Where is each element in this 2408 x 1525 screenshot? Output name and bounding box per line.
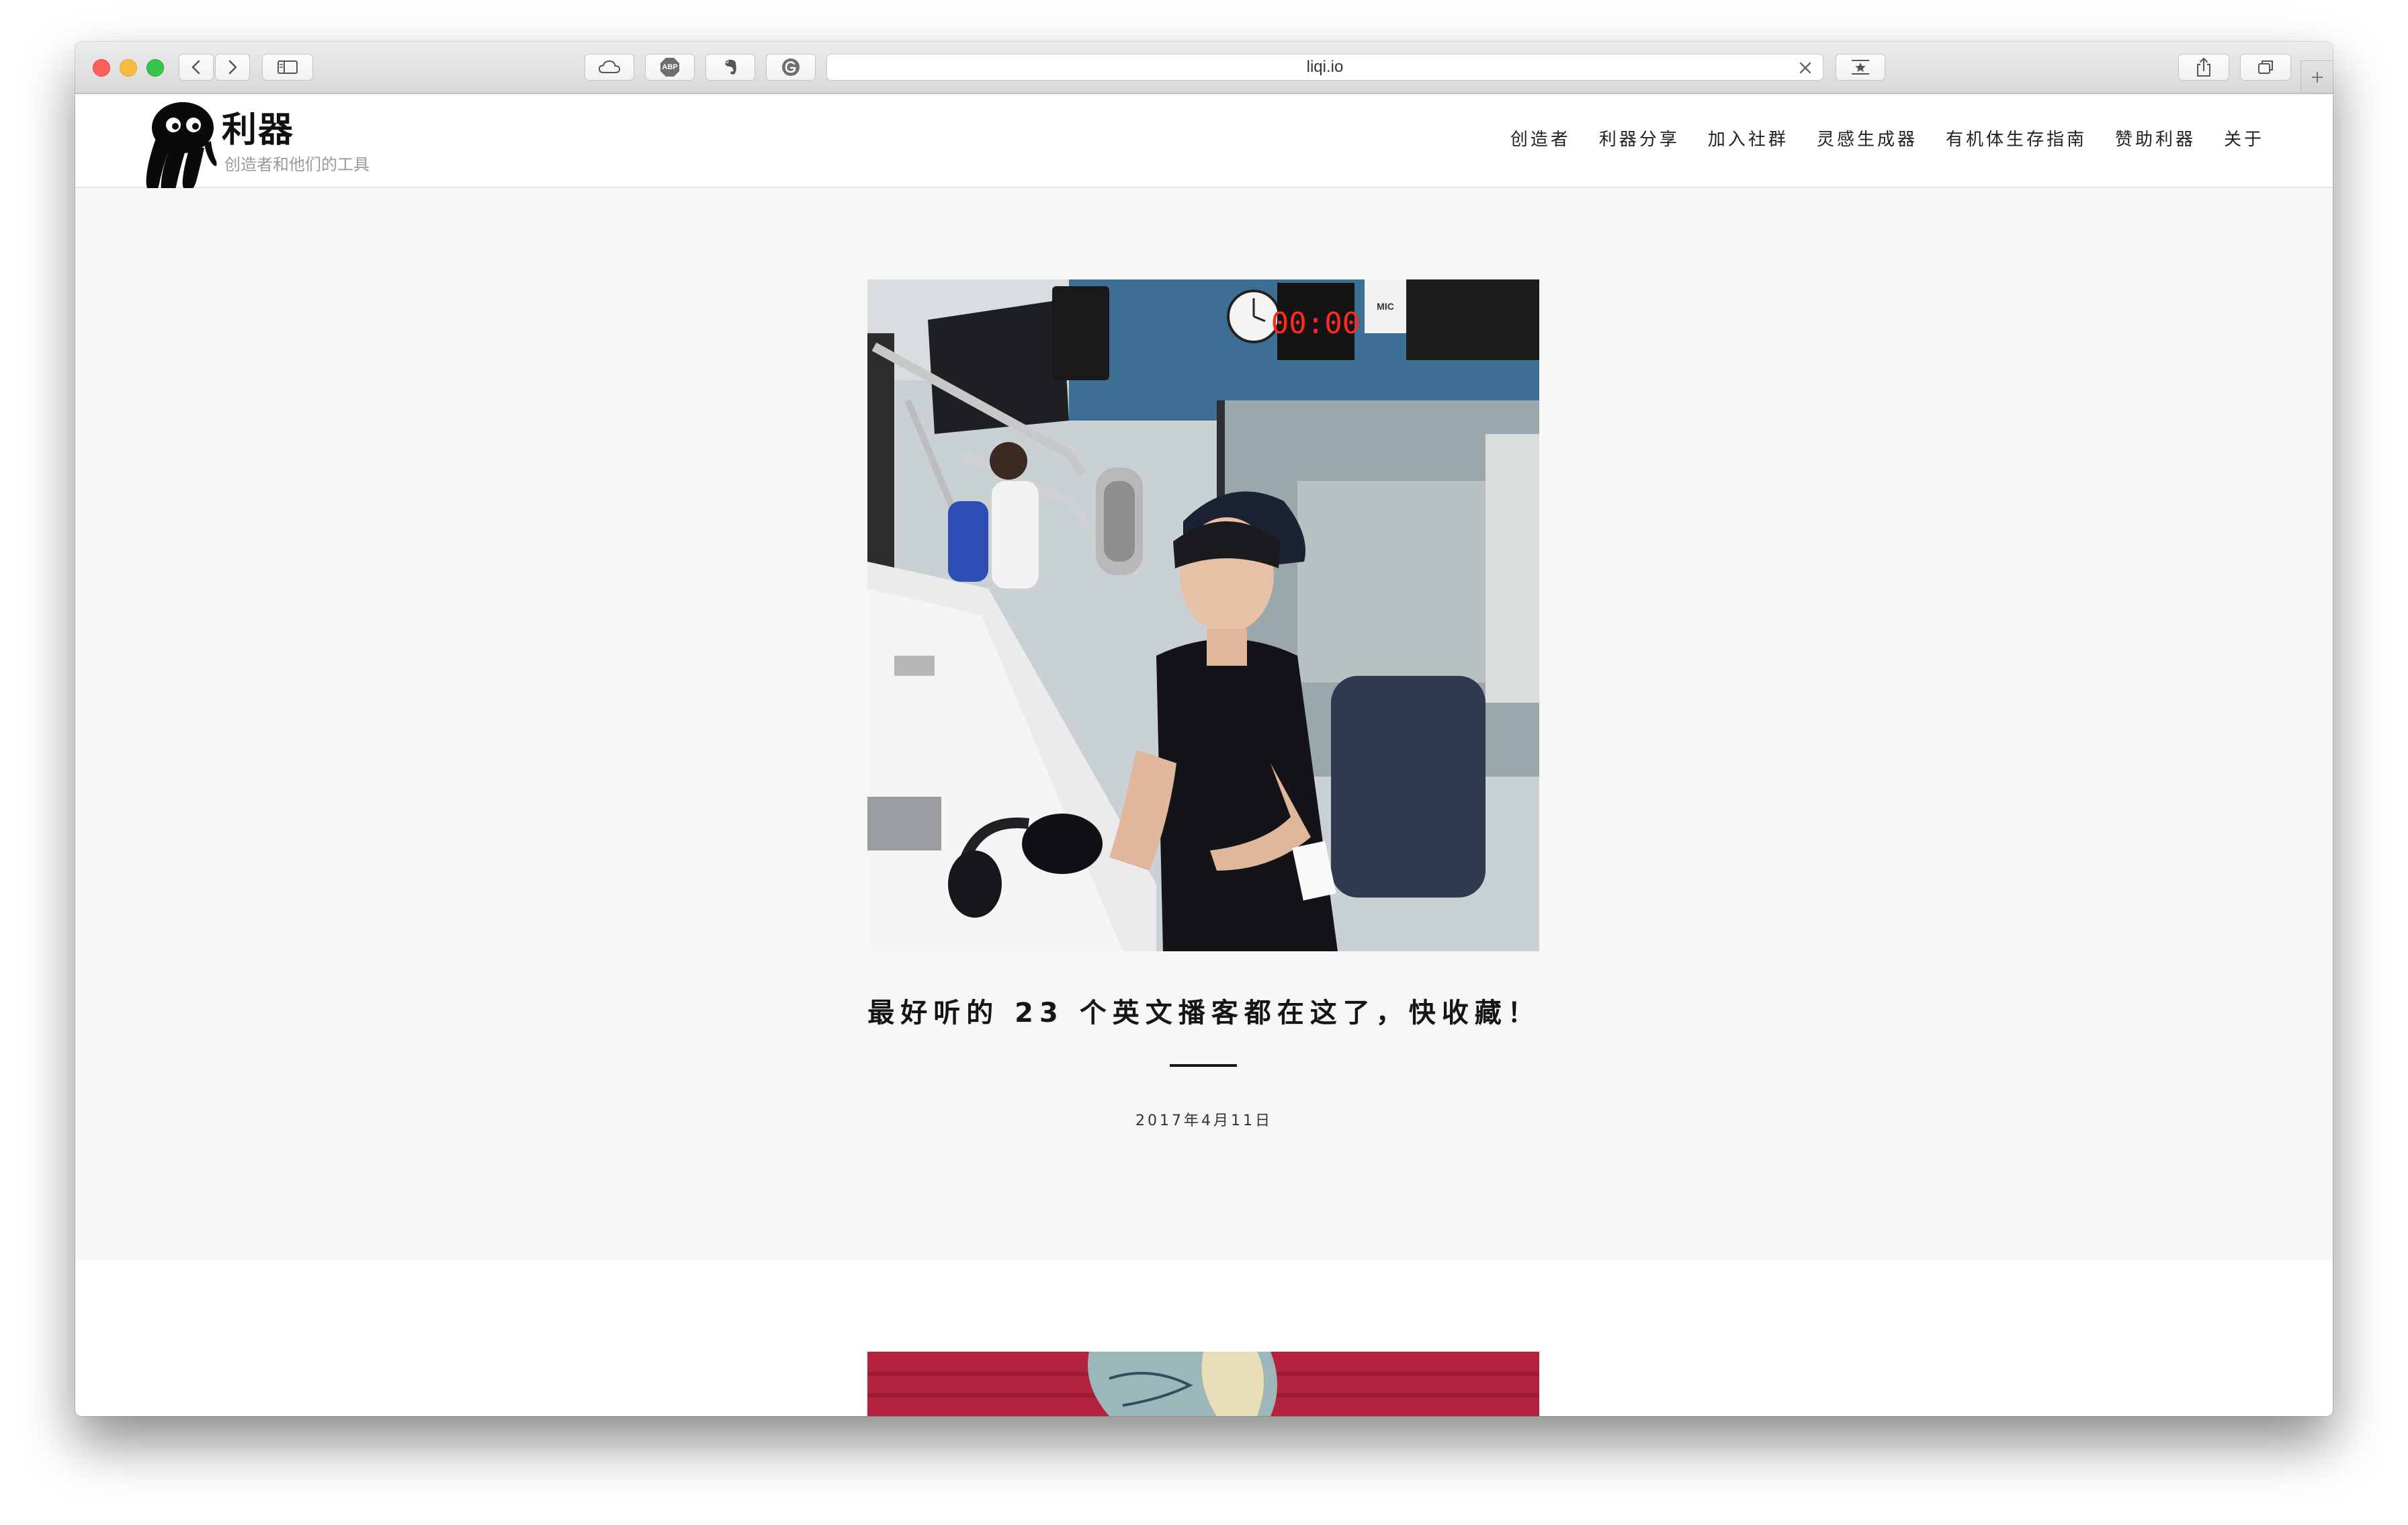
chevron-left-icon [191, 60, 200, 75]
octopus-logo-icon[interactable] [142, 101, 218, 199]
nav-item-sponsor[interactable]: 赞助利器 [2115, 128, 2196, 152]
browser-toolbar: ABP liqi.io [75, 42, 2333, 94]
evernote-button[interactable] [705, 54, 755, 81]
close-icon[interactable] [1797, 60, 1813, 76]
site-header: 利器 创造者和他们的工具 创造者 利器分享 加入社群 灵感生成器 有机体生存指南… [75, 94, 2333, 198]
forward-button[interactable] [215, 54, 250, 81]
share-button[interactable] [2178, 54, 2229, 81]
tab-overview-button[interactable] [2240, 54, 2291, 81]
nav-item-inspiration-generator[interactable]: 灵感生成器 [1817, 128, 1918, 152]
reader-button[interactable] [1836, 54, 1885, 81]
icloud-tabs-icon [598, 60, 621, 73]
grammarly-button[interactable] [766, 54, 816, 81]
address-bar-url[interactable]: liqi.io [827, 54, 1823, 80]
nav-item-tool-sharing[interactable]: 利器分享 [1599, 128, 1680, 152]
post-title-divider [1170, 1064, 1237, 1067]
chevron-right-icon [228, 60, 237, 75]
evernote-icon [725, 59, 736, 75]
browser-window: ABP liqi.io 利器 创造者和他们的工具 创造者 利器分享 加入社群 灵… [75, 42, 2333, 1416]
red-cover-artwork [867, 1352, 1539, 1416]
post-title[interactable]: 最好听的 23 个英文播客都在这了，快收藏！ [75, 994, 2333, 1032]
tab-overview-icon [2258, 60, 2273, 74]
mic-sign: MIC [1377, 301, 1394, 312]
post-card: 00:00 MIC 最好听的 23 个英文播客都在这了，快收藏！ 2017年4月… [75, 188, 2333, 1260]
post-card-2 [75, 1260, 2333, 1416]
icloud-tabs-button[interactable] [585, 54, 634, 81]
window-close-button[interactable] [93, 59, 110, 77]
adblock-plus-button[interactable]: ABP [645, 54, 695, 81]
sidebar-button[interactable] [262, 54, 313, 81]
window-zoom-button[interactable] [146, 59, 164, 77]
sidebar-icon [277, 60, 298, 74]
nav-item-creators[interactable]: 创造者 [1510, 128, 1571, 152]
nav-item-join-community[interactable]: 加入社群 [1708, 128, 1789, 152]
window-minimize-button[interactable] [120, 59, 137, 77]
post-cover-image-2[interactable] [867, 1352, 1539, 1416]
address-bar[interactable]: liqi.io [826, 54, 1823, 81]
main-navigation: 创造者 利器分享 加入社群 灵感生成器 有机体生存指南 赞助利器 关于 [1482, 128, 2264, 152]
site-tagline: 创造者和他们的工具 [224, 155, 370, 174]
grammarly-icon [782, 58, 800, 76]
nav-item-survival-guide[interactable]: 有机体生存指南 [1946, 128, 2087, 152]
plus-icon [2311, 71, 2323, 83]
adblock-label: ABP [662, 63, 678, 71]
bookmark-star-icon [1852, 60, 1869, 75]
site-title[interactable]: 利器 [222, 109, 294, 152]
post-date: 2017年4月11日 [1135, 1113, 1273, 1129]
studio-timer: 00:00 [1271, 306, 1360, 341]
new-tab-button[interactable] [2300, 60, 2333, 93]
post-cover-image[interactable]: 00:00 MIC [867, 279, 1539, 951]
share-icon [2197, 57, 2210, 77]
radio-studio-photo: 00:00 MIC [867, 279, 1539, 951]
back-button[interactable] [179, 54, 214, 81]
nav-item-about[interactable]: 关于 [2224, 128, 2264, 152]
